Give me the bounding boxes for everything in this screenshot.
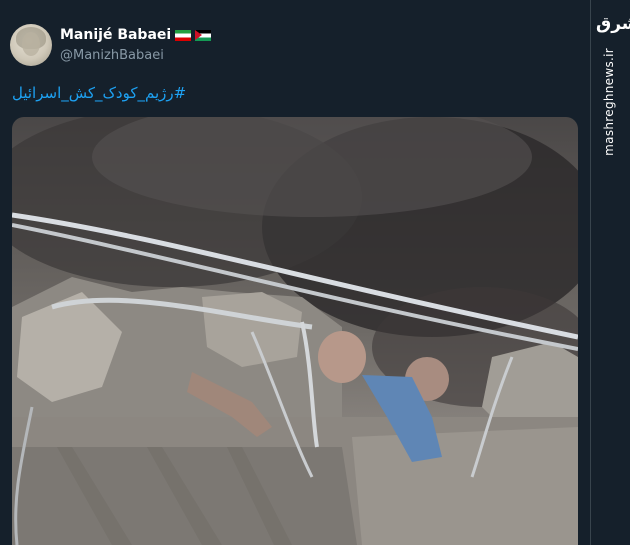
tweet-card: Manijé Babaei @ManizhBabaei #رژیم_کودک_ک…	[0, 0, 590, 545]
tweet-photo-illustration	[12, 117, 578, 545]
author-avatar[interactable]	[10, 24, 52, 66]
person-figure	[318, 331, 366, 383]
concrete-slab-face	[352, 427, 578, 545]
hashtag-link[interactable]: #رژیم_کودک_کش_اسرائیل	[12, 84, 186, 102]
author-name[interactable]: Manijé Babaei	[60, 27, 171, 43]
watermark-logo: مشرق	[596, 14, 630, 34]
avatar-face-shape	[22, 32, 40, 56]
author-name-row[interactable]: Manijé Babaei	[60, 27, 212, 43]
palestine-flag-icon	[195, 29, 212, 41]
tweet-photo[interactable]	[12, 117, 578, 545]
author-handle[interactable]: @ManizhBabaei	[60, 48, 164, 63]
watermark-strip: مشرق mashreghnews.ir	[594, 0, 630, 545]
iran-flag-icon	[175, 29, 192, 41]
watermark-url: mashreghnews.ir	[602, 48, 616, 156]
watermark-divider	[590, 0, 591, 545]
